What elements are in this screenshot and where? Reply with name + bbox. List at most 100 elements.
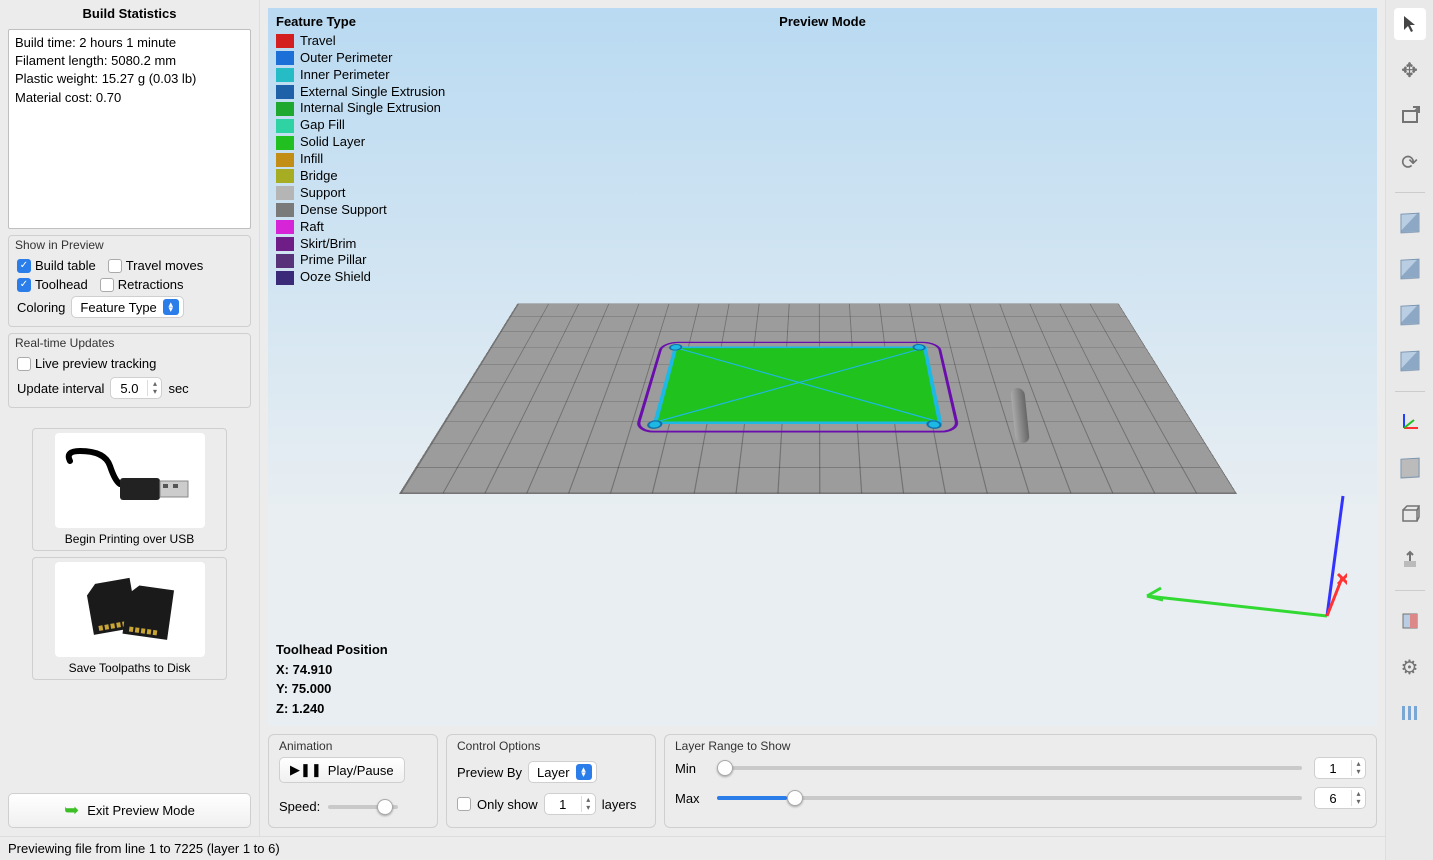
legend-swatch [276,203,294,217]
legend-swatch [276,85,294,99]
viewport-3d[interactable]: Feature Type TravelOuter PerimeterInner … [268,8,1377,726]
fit-view-icon[interactable] [1394,100,1426,132]
sd-card-icon [55,562,205,657]
save-toolpaths-card[interactable]: Save Toolpaths to Disk [32,557,227,680]
axes-icon[interactable] [1394,406,1426,438]
speed-label: Speed: [279,799,320,814]
legend-swatch [276,136,294,150]
checkbox-icon [100,278,114,292]
chk-travel-moves-label: Travel moves [126,258,204,273]
exit-preview-button[interactable]: ➥ Exit Preview Mode [8,793,251,828]
legend-label: Inner Perimeter [300,67,390,84]
cross-section-icon[interactable] [1394,605,1426,637]
wireframe-view-icon[interactable] [1394,498,1426,530]
legend-swatch [276,186,294,200]
chk-build-table-label: Build table [35,258,96,273]
toolhead-z: Z: 1.240 [276,699,388,719]
chk-build-table[interactable]: Build table [17,258,96,273]
preview-by-label: Preview By [457,765,522,780]
usb-icon [55,433,205,528]
checkbox-icon[interactable] [457,797,471,811]
update-interval-label: Update interval [17,381,104,396]
show-in-preview-group: Show in Preview Build table Travel moves… [8,235,251,327]
show-in-preview-title: Show in Preview [15,238,104,252]
begin-usb-print-card[interactable]: Begin Printing over USB [32,428,227,551]
legend-swatch [276,237,294,251]
min-input[interactable] [1315,760,1351,777]
min-label: Min [675,761,705,776]
reset-view-icon[interactable]: ⟳ [1394,146,1426,178]
play-pause-button[interactable]: ▶❚❚ Play/Pause [279,757,405,783]
legend-item: Solid Layer [276,134,445,151]
supports-icon[interactable] [1394,697,1426,729]
solid-view-icon[interactable] [1394,452,1426,484]
legend-item: Ooze Shield [276,269,445,286]
checkbox-icon [17,357,31,371]
normals-icon[interactable] [1394,544,1426,576]
view-front-icon[interactable] [1394,253,1426,285]
legend-swatch [276,271,294,285]
legend-swatch [276,68,294,82]
preview-by-select[interactable]: Layer ▴▾ [528,761,597,783]
coloring-select[interactable]: Feature Type ▴▾ [71,296,183,318]
chk-live-preview[interactable]: Live preview tracking [17,356,242,371]
chk-live-preview-label: Live preview tracking [35,356,156,371]
view-iso-icon[interactable] [1394,345,1426,377]
stepper-spin-icon: ▴▾ [147,380,161,396]
toolbar-separator [1395,590,1425,591]
preview-mode-title: Preview Mode [779,14,866,29]
chevron-updown-icon: ▴▾ [163,299,179,315]
legend-item: Prime Pillar [276,252,445,269]
min-stepper[interactable]: ▴▾ [1314,757,1366,779]
legend-item: Raft [276,219,445,236]
update-interval-stepper[interactable]: ▴▾ [110,377,162,399]
view-side-icon[interactable] [1394,299,1426,331]
max-stepper[interactable]: ▴▾ [1314,787,1366,809]
legend-label: Prime Pillar [300,252,366,269]
legend-swatch [276,220,294,234]
statusbar: Previewing file from line 1 to 7225 (lay… [0,836,1385,860]
speed-slider[interactable] [328,805,398,809]
legend-swatch [276,34,294,48]
chk-travel-moves[interactable]: Travel moves [108,258,204,273]
update-interval-input[interactable] [111,380,147,397]
build-stats-title: Build Statistics [8,4,251,23]
build-stats-text: Build time: 2 hours 1 minute Filament le… [8,29,251,229]
max-layer-slider[interactable] [717,796,1302,800]
min-layer-slider[interactable] [717,766,1302,770]
toolhead-header: Toolhead Position [276,640,388,660]
only-show-stepper[interactable]: ▴▾ [544,793,596,815]
legend-item: Infill [276,151,445,168]
legend: Feature Type TravelOuter PerimeterInner … [276,14,445,286]
toolbar-separator [1395,192,1425,193]
move-tool-icon[interactable]: ✥ [1394,54,1426,86]
layer-range-group: Layer Range to Show Min ▴▾ Max [664,734,1377,828]
view-top-icon[interactable] [1394,207,1426,239]
only-show-input[interactable] [545,796,581,813]
cursor-tool-icon[interactable] [1394,8,1426,40]
play-pause-label: Play/Pause [328,763,394,778]
layers-suffix: layers [602,797,637,812]
back-arrow-icon: ➥ [64,800,79,821]
legend-item: Support [276,185,445,202]
legend-label: Support [300,185,346,202]
legend-label: Ooze Shield [300,269,371,286]
legend-label: External Single Extrusion [300,84,445,101]
preview-by-value: Layer [537,765,570,780]
legend-item: External Single Extrusion [276,84,445,101]
legend-title: Feature Type [276,14,445,31]
chk-retractions[interactable]: Retractions [100,277,184,292]
settings-icon[interactable]: ⚙ [1394,651,1426,683]
legend-label: Dense Support [300,202,387,219]
control-options-group: Control Options Preview By Layer ▴▾ Only… [446,734,656,828]
coloring-label: Coloring [17,300,65,315]
max-input[interactable] [1315,790,1351,807]
legend-label: Bridge [300,168,338,185]
control-options-title: Control Options [457,739,540,753]
stepper-spin-icon: ▴▾ [581,796,595,812]
statusbar-text: Previewing file from line 1 to 7225 (lay… [8,841,280,856]
chk-toolhead[interactable]: Toolhead [17,277,88,292]
checkbox-icon [17,259,31,273]
legend-label: Solid Layer [300,134,365,151]
legend-item: Dense Support [276,202,445,219]
